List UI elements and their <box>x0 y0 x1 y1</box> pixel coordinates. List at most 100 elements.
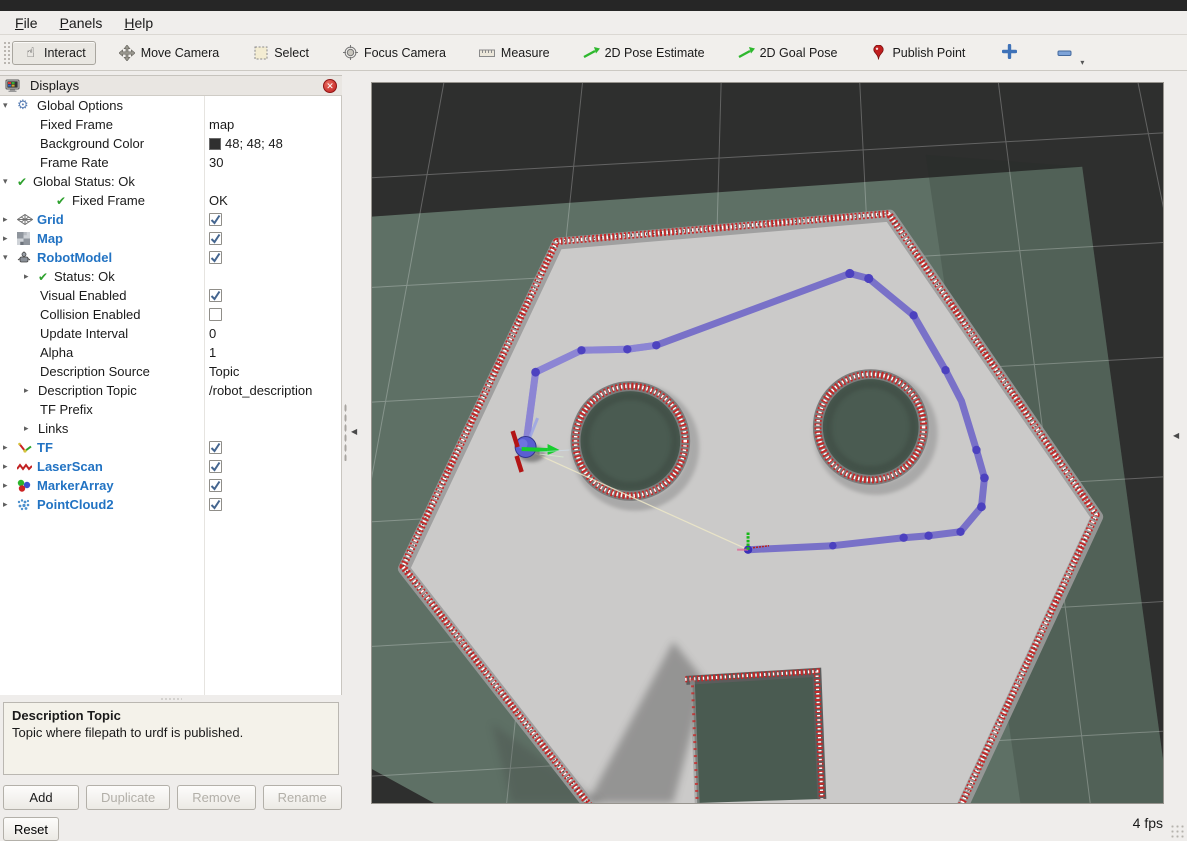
visibility-checkbox[interactable] <box>209 232 222 245</box>
property-value-cell[interactable]: /robot_description <box>204 381 312 400</box>
tree-row-update-interval[interactable]: Update Interval0 <box>0 324 341 343</box>
expander-right-icon[interactable]: ▸ <box>3 480 17 491</box>
tree-row-robotmodel[interactable]: ▾RobotModel <box>0 248 341 267</box>
visibility-checkbox[interactable] <box>209 460 222 473</box>
visibility-checkbox[interactable] <box>209 308 222 321</box>
expander-right-icon[interactable]: ▸ <box>3 442 17 453</box>
tool-measure[interactable]: Measure <box>469 42 560 64</box>
property-value-cell[interactable]: 1 <box>204 343 216 362</box>
rviz-window: FilePanelsHelp ☝Interact Move Camera Selec… <box>0 0 1187 841</box>
property-value-cell[interactable] <box>204 248 222 267</box>
property-value-cell[interactable]: OK <box>204 191 228 210</box>
tree-row-fixed-frame[interactable]: Fixed Framemap <box>0 115 341 134</box>
tree-row-description-topic[interactable]: ▸Description Topic/robot_description <box>0 381 341 400</box>
tool-interact[interactable]: ☝Interact <box>12 41 96 65</box>
property-value-cell[interactable]: 30 <box>204 153 223 172</box>
toolbar-remove-tool-button[interactable]: ▾ <box>1057 45 1072 60</box>
gear-icon: ⚙ <box>17 98 37 113</box>
tree-row-laserscan[interactable]: ▸LaserScan <box>0 457 341 476</box>
tool-select[interactable]: Select <box>242 42 319 64</box>
menu-help[interactable]: Help <box>113 13 164 33</box>
tree-row-markerarray[interactable]: ▸MarkerArray <box>0 476 341 495</box>
panel-splitter-left[interactable]: ◀ <box>342 75 371 841</box>
tree-row-links[interactable]: ▸Links <box>0 419 341 438</box>
tree-row-visual-enabled[interactable]: Visual Enabled <box>0 286 341 305</box>
property-value-cell[interactable]: Topic <box>204 362 239 381</box>
expander-right-icon[interactable]: ▸ <box>3 499 17 510</box>
property-value-cell[interactable] <box>204 495 222 514</box>
menu-panels[interactable]: Panels <box>49 13 114 33</box>
visibility-checkbox[interactable] <box>209 289 222 302</box>
tree-row-frame-rate[interactable]: Frame Rate30 <box>0 153 341 172</box>
visibility-checkbox[interactable] <box>209 479 222 492</box>
expander-down-icon[interactable]: ▾ <box>3 176 17 187</box>
expander-right-icon[interactable]: ▸ <box>3 233 17 244</box>
property-value-cell[interactable] <box>204 305 222 324</box>
minus-icon <box>1057 45 1072 60</box>
tree-splitter-handle[interactable] <box>0 695 342 702</box>
property-value-text: OK <box>209 193 228 208</box>
displays-panel-header[interactable]: Displays ✕ <box>0 75 342 96</box>
tree-row-collision-enabled[interactable]: Collision Enabled <box>0 305 341 324</box>
expander-down-icon[interactable]: ▾ <box>3 100 17 111</box>
property-value-cell[interactable]: map <box>204 115 234 134</box>
property-value-cell[interactable] <box>204 438 222 457</box>
remove-button[interactable]: Remove <box>177 785 255 810</box>
tree-row-tf[interactable]: ▸TF <box>0 438 341 457</box>
expander-right-icon[interactable]: ▸ <box>24 271 38 282</box>
property-value-cell[interactable] <box>204 476 222 495</box>
tool-label: Measure <box>501 46 550 60</box>
tree-row-description-source[interactable]: Description SourceTopic <box>0 362 341 381</box>
expander-right-icon[interactable]: ▸ <box>3 461 17 472</box>
toolbar-grip[interactable] <box>3 41 10 65</box>
property-value-cell[interactable]: 0 <box>204 324 216 343</box>
reset-button[interactable]: Reset <box>3 817 59 841</box>
3d-viewport[interactable] <box>371 82 1164 804</box>
close-icon[interactable]: ✕ <box>323 79 337 93</box>
collapse-right-icon[interactable]: ◀ <box>1173 431 1179 440</box>
tree-row-fixed-frame[interactable]: ✔Fixed FrameOK <box>0 191 341 210</box>
tool-2d-goal-pose[interactable]: 2D Goal Pose <box>728 42 848 64</box>
panel-splitter-right[interactable]: ◀ <box>1164 75 1187 841</box>
collapse-left-icon[interactable]: ◀ <box>351 427 357 436</box>
expander-right-icon[interactable]: ▸ <box>24 423 38 434</box>
tree-row-grid[interactable]: ▸Grid <box>0 210 341 229</box>
property-label: Collision Enabled <box>40 307 140 322</box>
tree-row-global-status-ok[interactable]: ▾✔Global Status: Ok <box>0 172 341 191</box>
expander-down-icon[interactable]: ▾ <box>3 252 17 263</box>
menu-bar: FilePanelsHelp <box>0 11 1187 35</box>
property-value-cell[interactable] <box>204 457 222 476</box>
property-value-cell[interactable] <box>204 400 209 419</box>
tool-2d-pose-estimate[interactable]: 2D Pose Estimate <box>573 42 715 64</box>
tree-row-background-color[interactable]: Background Color48; 48; 48 <box>0 134 341 153</box>
rename-button[interactable]: Rename <box>263 785 342 810</box>
property-value-text: Topic <box>209 364 239 379</box>
expander-right-icon[interactable]: ▸ <box>24 385 38 396</box>
visibility-checkbox[interactable] <box>209 251 222 264</box>
tree-row-tf-prefix[interactable]: TF Prefix <box>0 400 341 419</box>
tree-row-pointcloud2[interactable]: ▸PointCloud2 <box>0 495 341 514</box>
resize-grip[interactable] <box>1170 824 1184 838</box>
tool-label: Move Camera <box>141 46 220 60</box>
tree-row-map[interactable]: ▸Map <box>0 229 341 248</box>
tree-row-global-options[interactable]: ▾⚙Global Options <box>0 96 341 115</box>
visibility-checkbox[interactable] <box>209 213 222 226</box>
tree-row-alpha[interactable]: Alpha1 <box>0 343 341 362</box>
tool-move-camera[interactable]: Move Camera <box>109 41 230 65</box>
property-value-cell[interactable] <box>204 229 222 248</box>
plus-icon <box>1002 44 1017 62</box>
duplicate-button[interactable]: Duplicate <box>86 785 170 810</box>
expander-right-icon[interactable]: ▸ <box>3 214 17 225</box>
toolbar-add-tool-button[interactable] <box>1002 44 1017 62</box>
tf-axes-icon <box>17 441 37 454</box>
property-value-cell[interactable] <box>204 210 222 229</box>
visibility-checkbox[interactable] <box>209 498 222 511</box>
property-value-cell[interactable] <box>204 286 222 305</box>
tool-focus-camera[interactable]: Focus Camera <box>332 41 456 64</box>
tree-row-status-ok[interactable]: ▸✔Status: Ok <box>0 267 341 286</box>
property-value-cell[interactable]: 48; 48; 48 <box>204 134 283 153</box>
visibility-checkbox[interactable] <box>209 441 222 454</box>
tool-publish-point[interactable]: Publish Point <box>860 41 975 64</box>
menu-file[interactable]: File <box>4 13 49 33</box>
add-button[interactable]: Add <box>3 785 79 810</box>
